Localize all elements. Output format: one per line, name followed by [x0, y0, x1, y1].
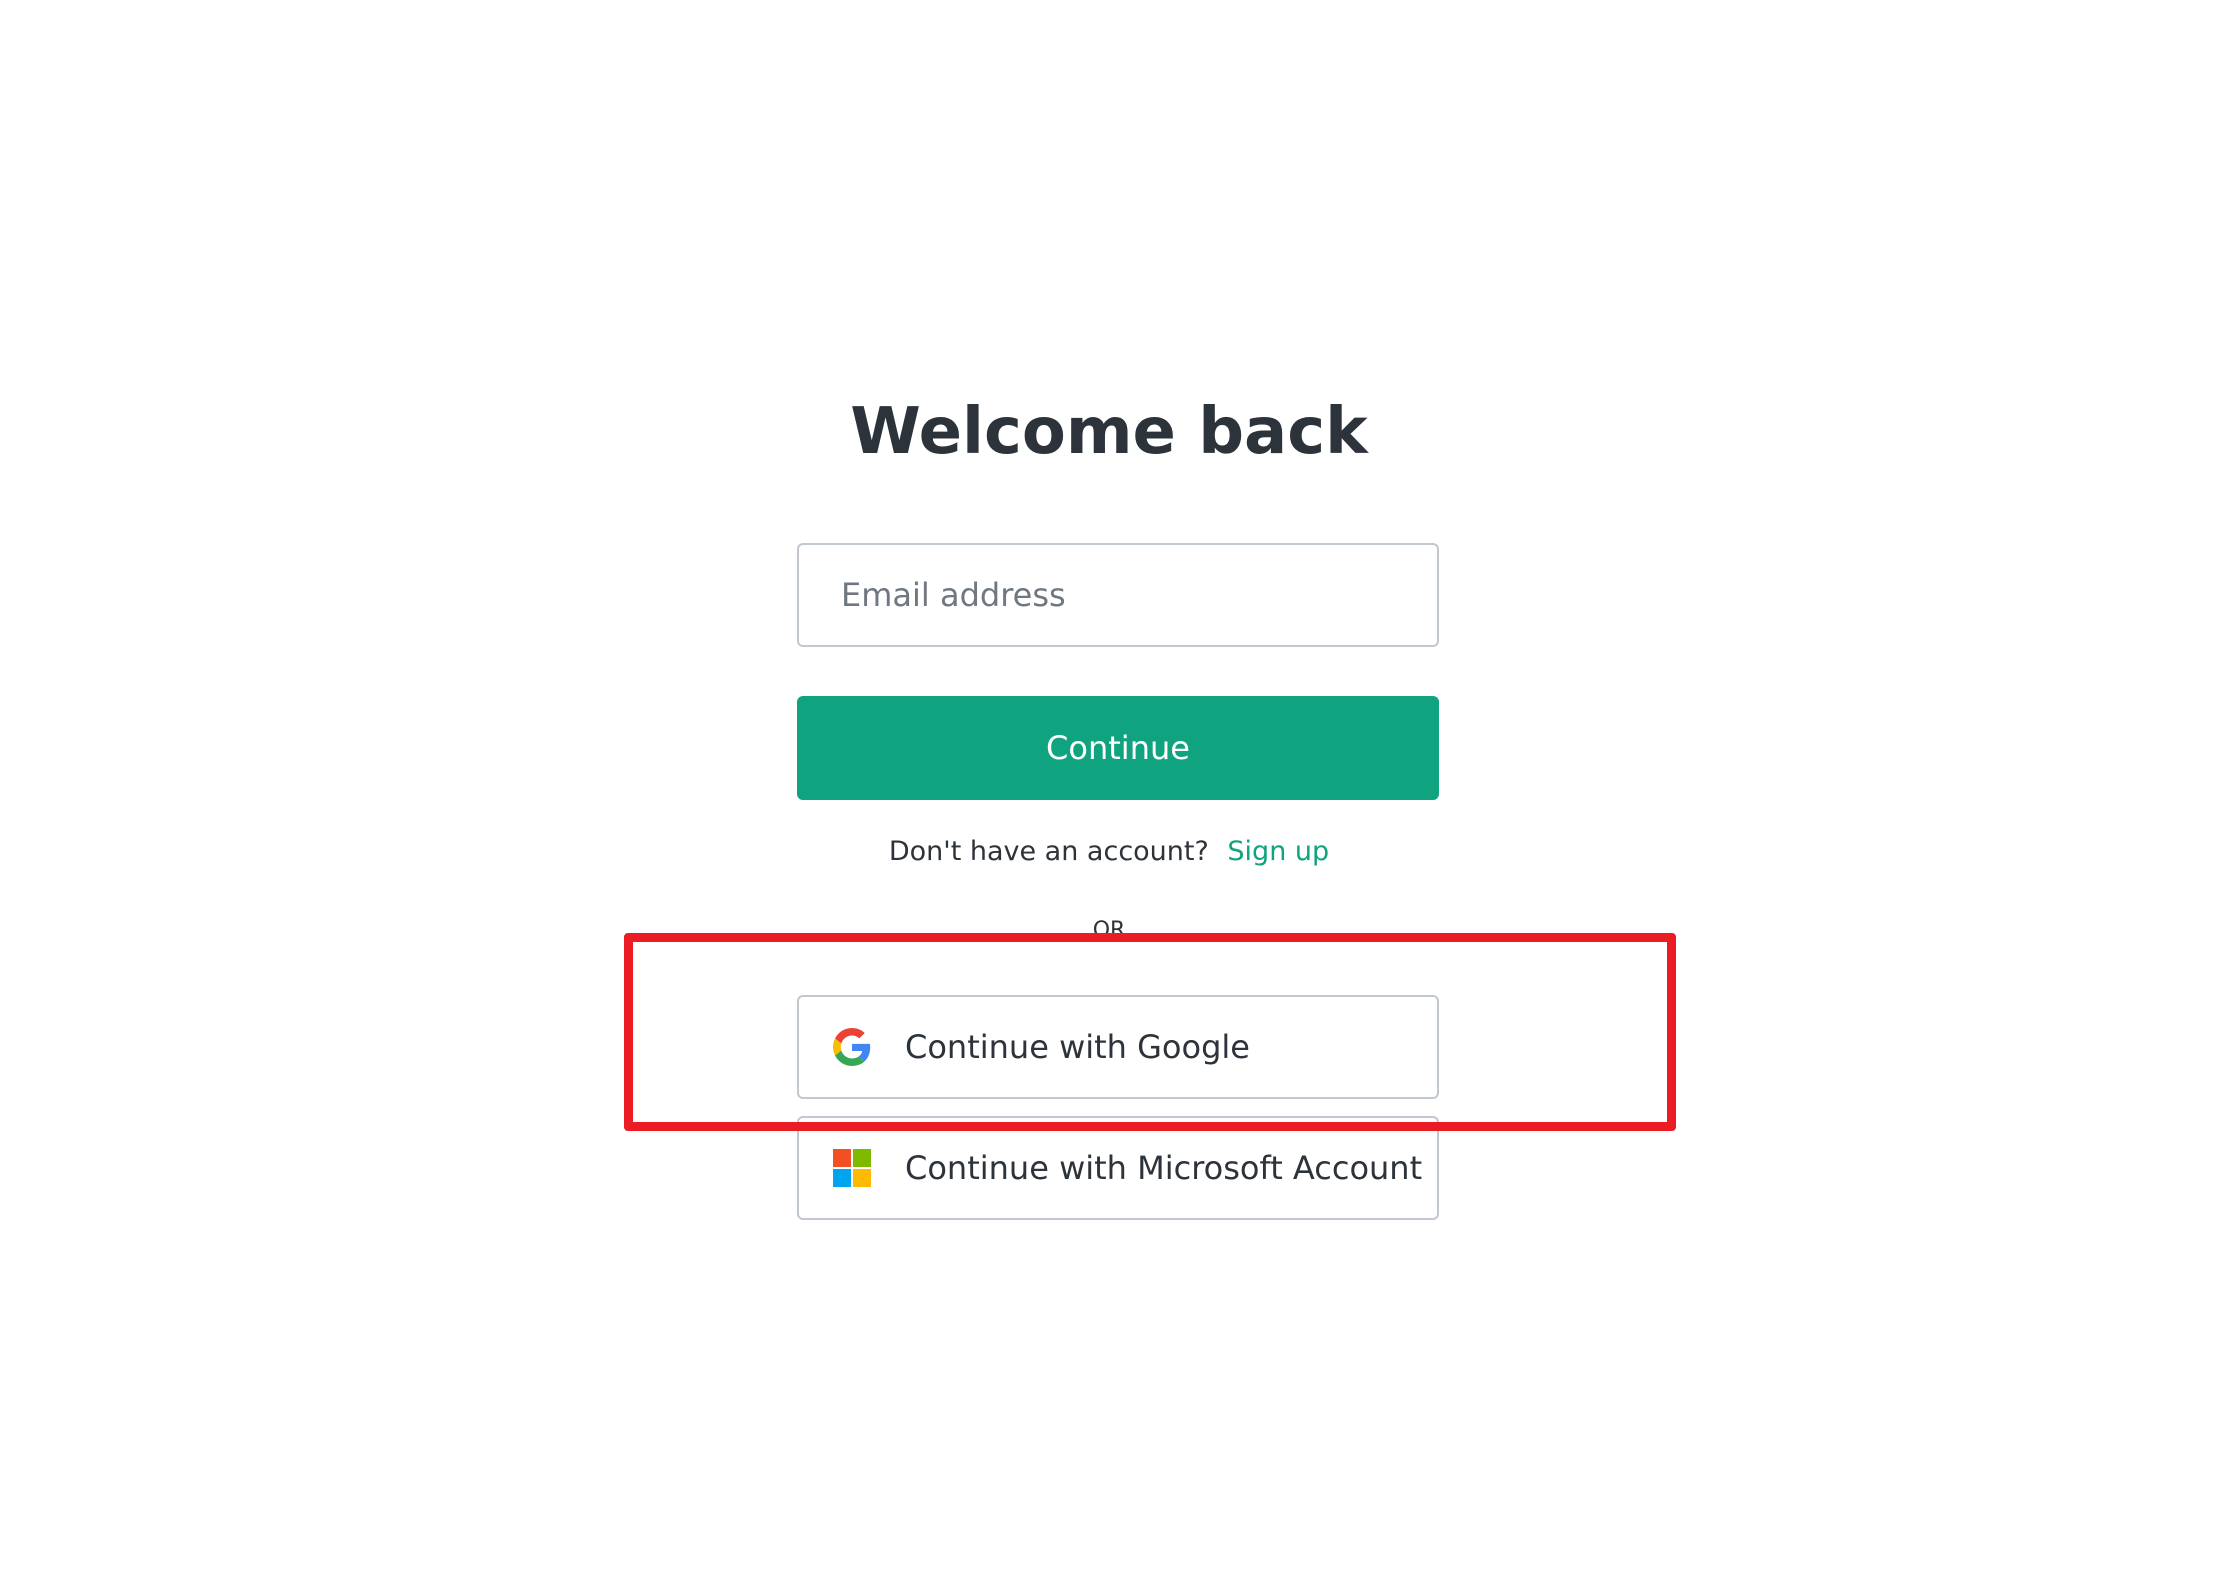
email-field[interactable] — [797, 543, 1439, 647]
login-page: Welcome back Continue Don't have an acco… — [0, 0, 2218, 1588]
continue-with-google-button[interactable]: Continue with Google — [797, 995, 1439, 1099]
page-title: Welcome back — [850, 395, 1368, 469]
microsoft-button-label: Continue with Microsoft Account — [905, 1149, 1423, 1187]
google-button-label: Continue with Google — [905, 1028, 1250, 1066]
or-divider: OR — [1092, 918, 1126, 943]
signup-prompt: Don't have an account? — [888, 836, 1209, 867]
signup-row: Don't have an account? Sign up — [0, 836, 2218, 867]
google-icon — [833, 1028, 871, 1066]
continue-button[interactable]: Continue — [797, 696, 1439, 800]
microsoft-icon — [833, 1149, 871, 1187]
sign-up-link[interactable]: Sign up — [1227, 836, 1329, 867]
continue-with-microsoft-button[interactable]: Continue with Microsoft Account — [797, 1116, 1439, 1220]
